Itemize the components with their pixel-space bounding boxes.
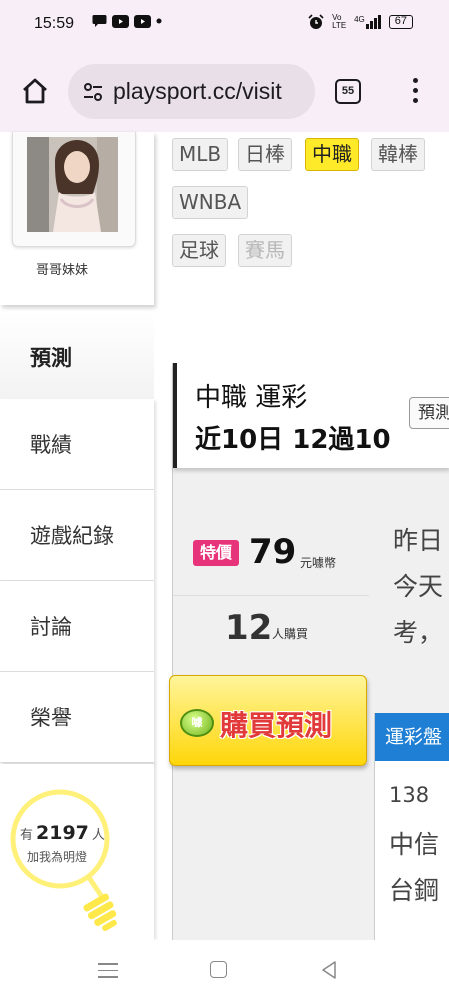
avatar-frame <box>12 132 136 247</box>
tag-horse-racing: 賽馬 <box>238 234 292 267</box>
system-nav-bar <box>0 940 449 1000</box>
notification-icons <box>92 14 162 28</box>
panel-header: 中職 運彩 近10日 12過10 預測 <box>173 363 449 468</box>
price-value: 79 <box>249 532 297 572</box>
tag-kbo[interactable]: 韓棒 <box>371 138 425 171</box>
volte-label: Vo LTE <box>332 13 347 30</box>
lottery-header: 運彩盤 <box>375 713 449 761</box>
analysis-snippet: 昨日 今天 考， <box>393 518 443 656</box>
tag-npb[interactable]: 日棒 <box>238 138 292 171</box>
fan-count: 2197 <box>36 822 89 844</box>
status-bar: 15:59 Vo LTE 4G 67 <box>0 0 449 52</box>
youtube-icon <box>134 14 151 28</box>
tab-switcher-button[interactable]: 55 <box>335 79 361 104</box>
team-name: 台鋼 <box>389 876 440 905</box>
chat-bubble-icon <box>92 15 107 27</box>
team-name: 中信 <box>389 830 440 859</box>
tag-cpbl[interactable]: 中職 <box>305 138 359 171</box>
buy-prediction-button[interactable]: 噱 購買預測 <box>169 675 367 766</box>
nav-game-history[interactable]: 遊戲紀錄 <box>0 490 154 581</box>
home-button-icon[interactable] <box>210 961 227 978</box>
prediction-panel: 中職 運彩 近10日 12過10 預測 特價 79 元噱幣 12 人購買 昨日 … <box>169 363 449 943</box>
snippet-line: 今天 <box>393 572 444 601</box>
nav-discussion[interactable]: 討論 <box>0 581 154 672</box>
fan-suffix: 人 <box>91 828 105 843</box>
home-icon[interactable] <box>20 76 50 106</box>
nav-predict-label: 預測 <box>30 346 72 370</box>
tag-mlb[interactable]: MLB <box>172 138 229 171</box>
recent-apps-icon[interactable] <box>98 963 118 978</box>
site-settings-icon[interactable] <box>82 81 104 103</box>
fan-lightbulb[interactable]: 有 2197 人 加我為明燈 <box>0 764 154 940</box>
avatar[interactable] <box>27 137 118 232</box>
signal-icon: 4G <box>354 15 381 29</box>
status-right: Vo LTE 4G 67 <box>308 14 413 30</box>
nav-honors[interactable]: 榮譽 <box>0 672 154 763</box>
coin-icon: 噱 <box>180 709 214 737</box>
snippet-line: 考， <box>393 618 444 647</box>
game-number: 138 <box>389 783 430 807</box>
nav-honors-label: 榮譽 <box>30 706 72 730</box>
lottery-box: 運彩盤 138 中信 台鋼 <box>374 713 449 943</box>
nav-record[interactable]: 戰績 <box>0 399 154 490</box>
url-text[interactable]: playsport.cc/visit <box>113 78 308 105</box>
panel-record: 近10日 12過10 <box>195 425 391 455</box>
address-bar[interactable]: playsport.cc/visit <box>68 64 315 119</box>
tag-wnba[interactable]: WNBA <box>172 186 249 219</box>
predict-button[interactable]: 預測 <box>409 397 449 429</box>
buyer-unit: 人購買 <box>272 627 309 641</box>
status-time: 15:59 <box>34 15 75 32</box>
more-options-icon[interactable] <box>410 78 420 106</box>
fan-caption: 加我為明燈 <box>27 850 88 864</box>
sidebar: 哥哥妹妹 預測 戰績 遊戲紀錄 討論 榮譽 有 2197 人 加我為明燈 <box>0 132 154 940</box>
profile-card: 哥哥妹妹 <box>0 132 154 305</box>
battery-icon: 67 <box>388 15 413 29</box>
dot-icon <box>156 18 162 24</box>
nav-game-history-label: 遊戲紀錄 <box>30 524 114 548</box>
price-box: 特價 79 元噱幣 <box>173 508 369 596</box>
nav-discussion-label: 討論 <box>30 615 72 639</box>
price-unit: 元噱幣 <box>300 556 337 570</box>
fan-prefix: 有 <box>20 828 34 843</box>
buyer-count: 12 <box>225 608 273 648</box>
tag-soccer[interactable]: 足球 <box>172 234 226 267</box>
alarm-icon <box>308 14 324 29</box>
fan-count-line: 有 2197 人 <box>20 822 105 844</box>
youtube-icon <box>112 14 129 28</box>
panel-title: 中職 運彩 <box>195 383 308 413</box>
special-price-badge: 特價 <box>193 540 239 566</box>
browser-toolbar: playsport.cc/visit 55 <box>0 52 449 132</box>
profile-name[interactable]: 哥哥妹妹 <box>0 259 124 278</box>
snippet-line: 昨日 <box>393 526 444 555</box>
network-label: 4G <box>354 15 365 24</box>
back-icon[interactable] <box>320 960 338 980</box>
nav-record-label: 戰績 <box>30 433 72 457</box>
nav-predict[interactable]: 預測 <box>0 312 154 402</box>
buy-prediction-label: 購買預測 <box>220 709 333 742</box>
